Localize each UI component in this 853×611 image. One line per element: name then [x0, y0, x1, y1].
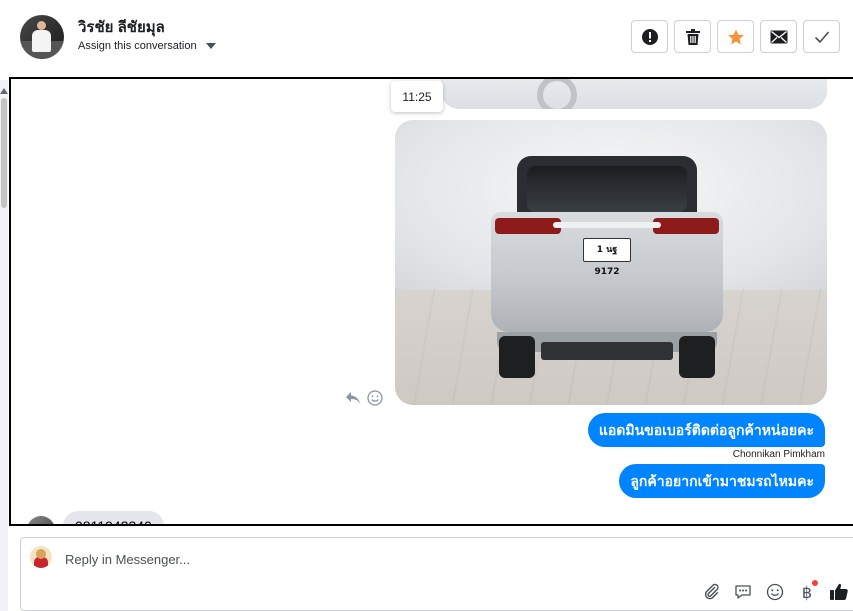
message-hover-tools	[345, 390, 383, 406]
envelope-icon	[770, 30, 787, 43]
smiley-icon[interactable]	[367, 390, 383, 406]
attach-button[interactable]	[699, 580, 723, 604]
outgoing-message[interactable]: แอดมินขอเบอร์ติดต่อลูกค้าหน่อยคะ	[587, 413, 825, 447]
like-button[interactable]	[827, 580, 851, 604]
notification-dot	[812, 580, 818, 586]
conversation-header: วิรชัย ลีชัยมุล Assign this conversation	[0, 0, 853, 78]
saved-replies-button[interactable]	[731, 580, 755, 604]
thumbs-up-icon	[830, 583, 848, 600]
chat-bubble-icon	[735, 585, 751, 599]
reply-input[interactable]	[65, 548, 765, 570]
suv-rear-image: 1 นฐ 9172	[491, 156, 723, 378]
star-button[interactable]	[717, 20, 754, 53]
reply-icon[interactable]	[345, 391, 361, 405]
star-icon	[727, 29, 744, 44]
scrollbar-thumb[interactable]	[1, 98, 7, 208]
caret-down-icon	[205, 43, 216, 49]
exclamation-icon	[641, 28, 658, 45]
car-photo-attachment[interactable]: 1 นฐ 9172	[395, 120, 827, 405]
mark-spam-button[interactable]	[631, 20, 668, 53]
timestamp-tooltip: 11:25	[391, 81, 443, 112]
emoji-button[interactable]	[763, 580, 787, 604]
delete-button[interactable]	[674, 20, 711, 53]
mark-done-button[interactable]	[803, 20, 840, 53]
message-sender-name: Chonnikan Pimkham	[732, 449, 825, 460]
assign-conversation-dropdown[interactable]: Assign this conversation	[78, 40, 216, 52]
composer-toolbar: ฿	[699, 580, 851, 604]
assign-label: Assign this conversation	[78, 40, 197, 52]
left-scrollbar[interactable]	[0, 80, 8, 611]
outgoing-message[interactable]: ลูกค้าอยากเข้ามาชมรถไหมคะ	[619, 464, 825, 498]
contact-name[interactable]: วิรชัย ลีชัยมุล	[78, 15, 165, 39]
messenger-inbox-window: วิรชัย ลีชัยมุล Assign this conversation	[0, 0, 853, 611]
page-avatar	[30, 546, 52, 568]
trash-icon	[685, 28, 700, 45]
contact-avatar-small	[27, 516, 55, 524]
contact-avatar[interactable]	[20, 15, 64, 59]
previous-photo-attachment[interactable]	[441, 79, 827, 109]
paperclip-icon	[704, 583, 719, 600]
smiley-icon	[766, 583, 784, 601]
incoming-message[interactable]: 0811942340	[63, 511, 164, 524]
message-thread[interactable]: 11:25 1 นฐ 9172 แอดมินขอเบอร์ติดต่อลูกค้…	[9, 77, 853, 526]
baht-currency-icon: ฿	[801, 582, 813, 602]
check-icon	[814, 30, 829, 43]
header-actions	[631, 20, 840, 53]
scroll-up-arrow-icon[interactable]	[0, 88, 8, 94]
payment-button[interactable]: ฿	[795, 580, 819, 604]
reply-composer: ฿	[20, 537, 853, 611]
license-plate: 1 นฐ 9172	[583, 238, 631, 277]
mark-unread-button[interactable]	[760, 20, 797, 53]
